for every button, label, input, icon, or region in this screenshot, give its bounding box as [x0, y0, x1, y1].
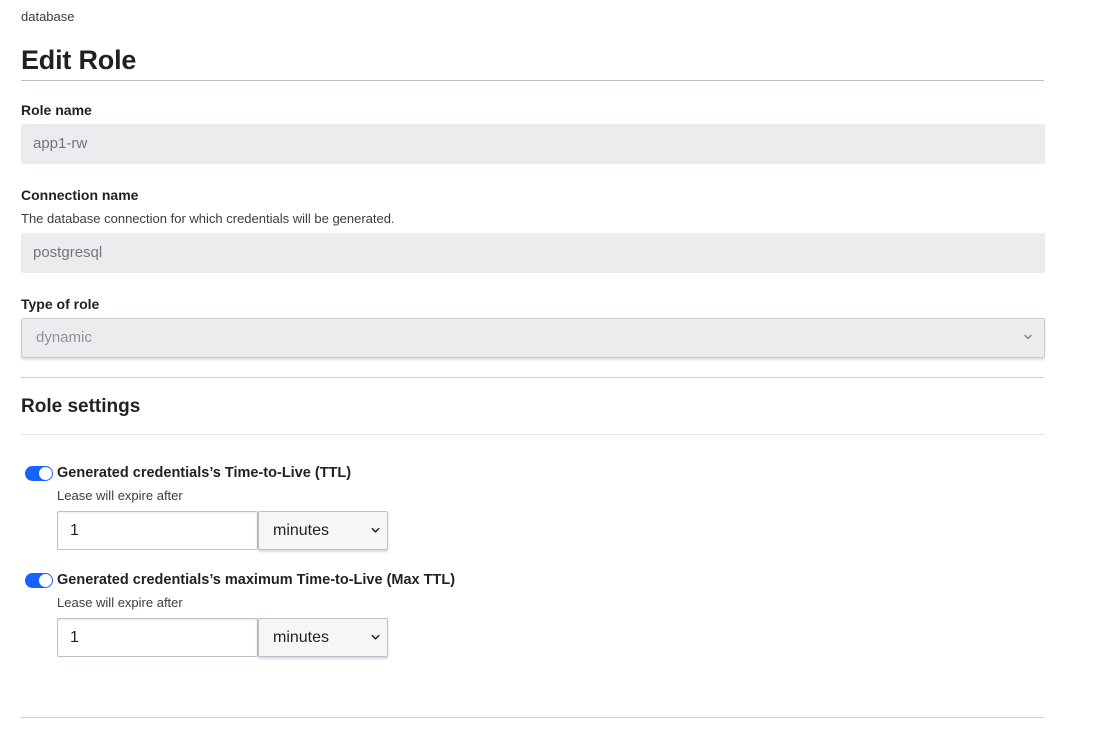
breadcrumb-database[interactable]: database: [21, 9, 75, 24]
role-type-select: dynamic: [21, 318, 1045, 358]
role-name-label: Role name: [21, 102, 92, 118]
max-ttl-help: Lease will expire after: [57, 595, 183, 610]
chevron-down-icon: [371, 634, 380, 640]
connection-name-input: postgresql: [21, 233, 1045, 273]
section-divider: [21, 377, 1044, 378]
ttl-toggle[interactable]: [25, 466, 53, 481]
chevron-down-icon: [371, 527, 380, 533]
max-ttl-unit-select[interactable]: minutes: [258, 618, 388, 657]
role-name-input: app1-rw: [21, 124, 1045, 164]
ttl-help: Lease will expire after: [57, 488, 183, 503]
role-settings-title: Role settings: [21, 396, 141, 417]
toggle-knob: [39, 467, 52, 480]
title-divider: [21, 80, 1044, 81]
max-ttl-value-input[interactable]: 1: [57, 618, 258, 657]
max-ttl-toggle[interactable]: [25, 573, 53, 588]
role-type-label: Type of role: [21, 296, 100, 312]
ttl-value-input[interactable]: 1: [57, 511, 258, 550]
connection-name-help: The database connection for which creden…: [21, 211, 395, 226]
role-type-selected-value: dynamic: [36, 329, 92, 346]
ttl-unit-value: minutes: [273, 522, 330, 539]
max-ttl-label: Generated credentials’s maximum Time-to-…: [57, 572, 456, 588]
page-title: Edit Role: [21, 45, 137, 75]
ttl-unit-select[interactable]: minutes: [258, 511, 388, 550]
role-settings-divider: [21, 434, 1045, 435]
footer-divider: [21, 717, 1044, 718]
toggle-knob: [39, 574, 52, 587]
max-ttl-unit-value: minutes: [273, 629, 330, 646]
ttl-label: Generated credentials’s Time-to-Live (TT…: [57, 465, 352, 481]
connection-name-label: Connection name: [21, 187, 139, 203]
chevron-down-icon: [1024, 334, 1032, 340]
